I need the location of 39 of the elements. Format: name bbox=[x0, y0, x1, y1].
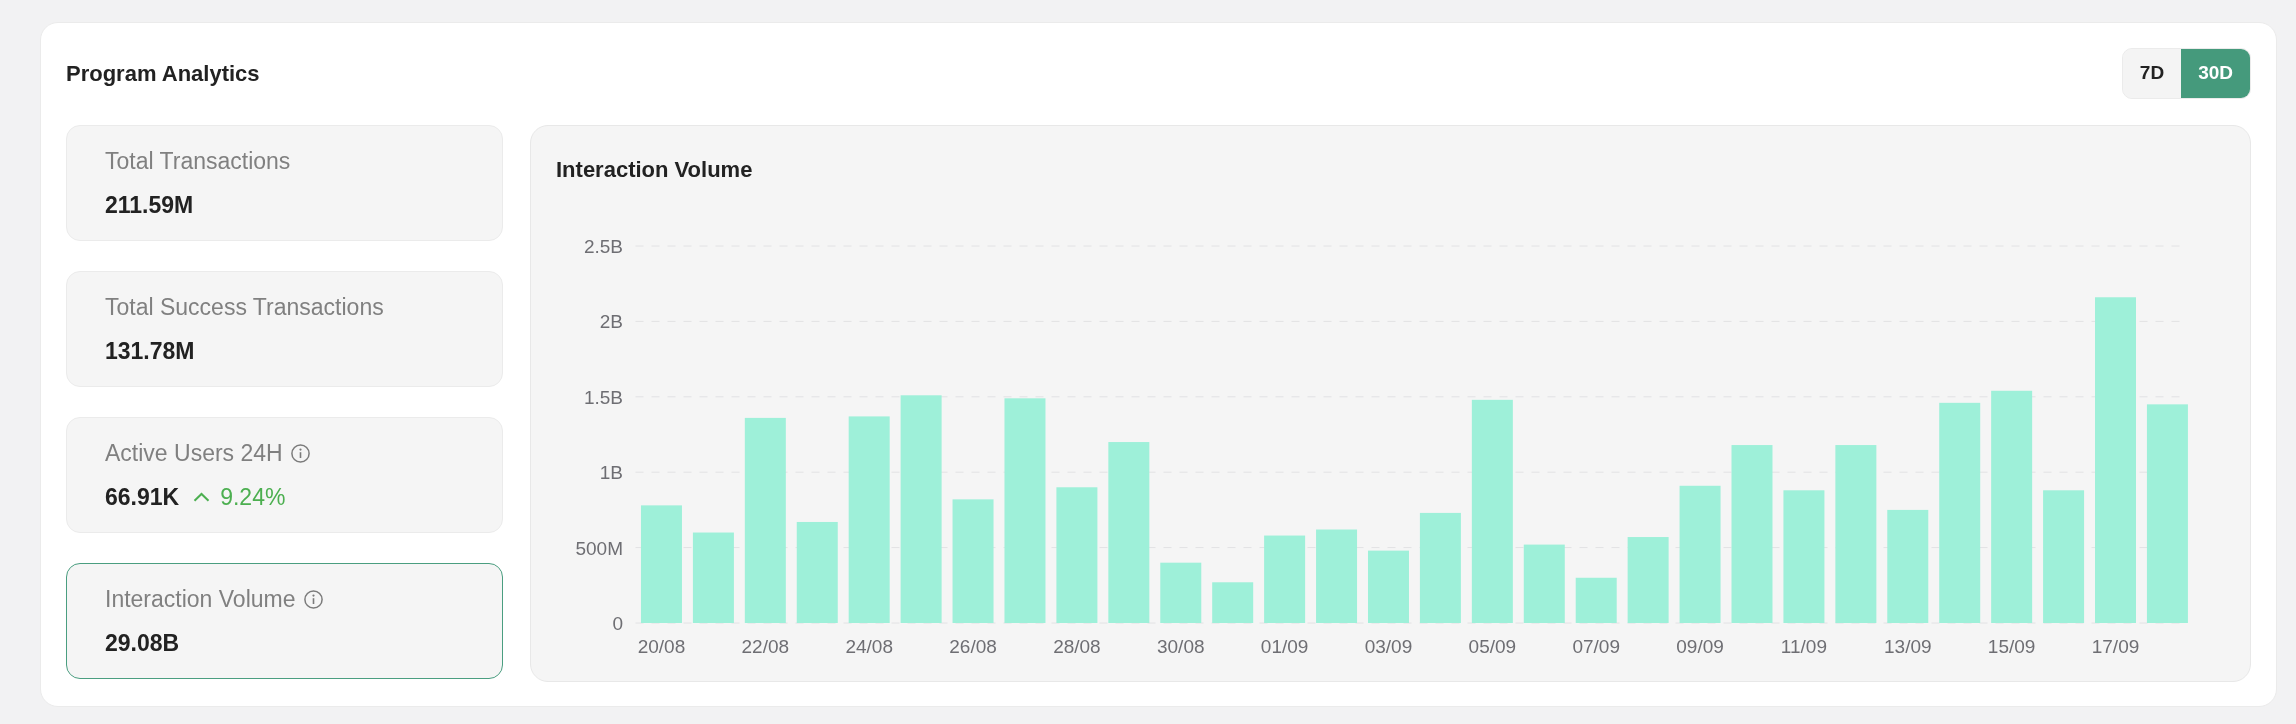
x-axis-label: 26/08 bbox=[949, 636, 997, 657]
bar bbox=[1575, 577, 1617, 623]
stat-value: 66.91K bbox=[105, 483, 180, 511]
y-axis-label: 2.5B bbox=[583, 236, 623, 257]
y-axis-label: 500M bbox=[575, 537, 623, 559]
x-axis-label: 01/09 bbox=[1260, 636, 1309, 657]
stat-card[interactable]: Active Users 24H 66.91K 9.24% bbox=[66, 417, 503, 533]
x-axis-label: 28/08 bbox=[1053, 636, 1101, 657]
bar bbox=[1160, 562, 1202, 623]
x-axis-label: 22/08 bbox=[741, 636, 790, 657]
x-axis-label: 13/09 bbox=[1884, 636, 1932, 657]
y-axis-label: 2B bbox=[599, 311, 623, 333]
x-axis-label: 03/09 bbox=[1364, 636, 1413, 657]
x-axis-label: 07/09 bbox=[1572, 636, 1620, 657]
stat-value: 211.59M bbox=[105, 191, 194, 219]
x-axis-label: 24/08 bbox=[845, 636, 893, 657]
stat-value: 29.08B bbox=[105, 629, 180, 657]
stat-value: 131.78M bbox=[105, 337, 195, 365]
stat-label: Total Success Transactions bbox=[105, 293, 384, 321]
x-axis-label: 20/08 bbox=[637, 636, 686, 657]
chart-title: Interaction Volume bbox=[556, 157, 753, 183]
stat-card[interactable]: Total Success Transactions 131.78M bbox=[66, 271, 503, 387]
y-axis-label: 1B bbox=[599, 462, 623, 484]
section-title: Program Analytics bbox=[66, 60, 260, 87]
stat-label: Active Users 24H bbox=[105, 439, 283, 467]
x-axis-label: 09/09 bbox=[1676, 636, 1724, 657]
change-value: 9.24% bbox=[220, 483, 286, 511]
x-axis-label: 30/08 bbox=[1157, 636, 1205, 657]
stat-card[interactable]: Total Transactions 211.59M bbox=[66, 125, 503, 241]
x-axis-label: 15/09 bbox=[1987, 636, 2036, 657]
stat-card[interactable]: Interaction Volume 29.08B bbox=[66, 563, 503, 679]
y-axis-label: 1.5B bbox=[583, 386, 623, 408]
x-axis-label: 17/09 bbox=[2091, 636, 2140, 657]
stat-label: Total Transactions bbox=[105, 147, 291, 175]
x-axis-label: 11/09 bbox=[1780, 636, 1827, 657]
y-axis-label: 0 bbox=[612, 613, 623, 634]
bar bbox=[1212, 582, 1254, 623]
x-axis-label: 05/09 bbox=[1468, 636, 1517, 657]
stat-label: Interaction Volume bbox=[105, 585, 296, 613]
